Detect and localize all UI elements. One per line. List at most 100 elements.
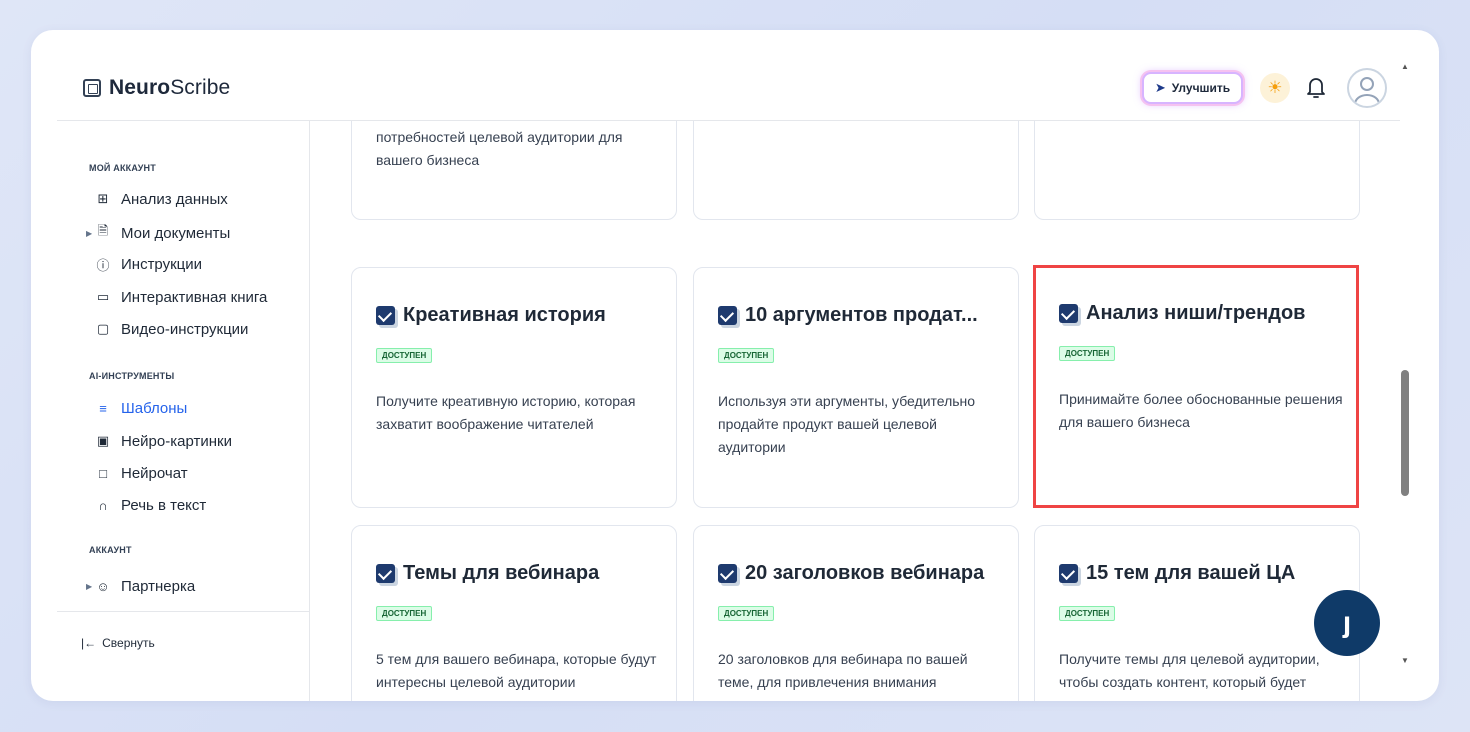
template-card-sales-arguments[interactable]: 10 аргументов продат... ДОСТУПЕН Использ… bbox=[693, 267, 1019, 508]
app-window: NeuroScribe ➤ Улучшить ☀ МОЙ АККАУНТ ⊞ А… bbox=[31, 30, 1439, 701]
caret-right-icon[interactable]: ▶ bbox=[86, 582, 92, 591]
template-card-niche-trends-analysis[interactable]: Анализ ниши/трендов ДОСТУПЕН Принимайте … bbox=[1033, 265, 1359, 508]
caret-right-icon[interactable]: ▶ bbox=[86, 229, 92, 238]
status-badge: ДОСТУПЕН bbox=[1059, 606, 1116, 621]
status-badge: ДОСТУПЕН bbox=[1059, 346, 1116, 361]
sidebar-item-templates[interactable]: ≡ Шаблоны bbox=[95, 397, 187, 419]
card-title-row: Темы для вебинара bbox=[376, 562, 599, 585]
sidebar-item-label: Партнерка bbox=[121, 577, 196, 595]
image-icon: ▣ bbox=[96, 433, 110, 448]
sidebar-footer: |← Свернуть bbox=[57, 611, 310, 701]
avatar[interactable] bbox=[1347, 68, 1387, 108]
upgrade-label: Улучшить bbox=[1171, 81, 1231, 95]
template-card-creative-story[interactable]: Креативная история ДОСТУПЕН Получите кре… bbox=[351, 267, 677, 508]
sun-icon: ☀ bbox=[1267, 78, 1283, 97]
sidebar-item-label: Нейро-картинки bbox=[121, 432, 232, 450]
avatar-head bbox=[1360, 77, 1374, 91]
grid-icon: ⊞ bbox=[97, 191, 109, 206]
status-badge: ДОСТУПЕН bbox=[376, 606, 433, 621]
template-card-webinar-topics[interactable]: Темы для вебинара ДОСТУПЕН 5 тем для ваш… bbox=[351, 525, 677, 701]
sidebar-item-partner[interactable]: ▶ ☺ Партнерка bbox=[86, 575, 196, 597]
card-title-row: 15 тем для вашей ЦА bbox=[1059, 562, 1295, 585]
scroll-up-arrow[interactable]: ▲ bbox=[1401, 62, 1409, 71]
collapse-arrow-icon: |← bbox=[81, 636, 97, 650]
section-label-ai-tools: AI-ИНСТРУМЕНТЫ bbox=[89, 371, 175, 381]
card-title: 15 тем для вашей ЦА bbox=[1086, 562, 1296, 584]
card-title: Темы для вебинара bbox=[403, 562, 600, 584]
template-card[interactable] bbox=[693, 121, 1019, 220]
users-icon: ☺ bbox=[96, 578, 110, 594]
bell-icon[interactable] bbox=[1306, 75, 1326, 101]
sidebar-item-data-analysis[interactable]: ⊞ Анализ данных bbox=[95, 188, 228, 210]
card-title: 20 заголовков вебинара bbox=[745, 562, 985, 584]
checkbox-icon bbox=[376, 564, 395, 583]
template-card[interactable] bbox=[1034, 121, 1360, 220]
card-title-row: Креативная история bbox=[376, 304, 606, 327]
card-title-row: 10 аргументов продат... bbox=[718, 304, 978, 327]
top-header: NeuroScribe ➤ Улучшить ☀ bbox=[57, 30, 1400, 121]
support-chat-button[interactable]: ȷ bbox=[1314, 590, 1380, 656]
scrollbar-thumb[interactable] bbox=[1401, 370, 1409, 496]
templates-grid: потребностей целевой аудитории для вашег… bbox=[311, 121, 1400, 701]
card-description: Получите темы для целевой аудитории, что… bbox=[1059, 651, 1320, 701]
document-icon: 🗎 bbox=[97, 223, 109, 238]
sidebar-item-label: Шаблоны bbox=[121, 399, 188, 417]
avatar-body bbox=[1354, 94, 1380, 106]
card-description: Принимайте более обоснованные решения дл… bbox=[1059, 391, 1343, 430]
sidebar-item-video-instructions[interactable]: ▢ Видео-инструкции bbox=[95, 318, 249, 340]
section-label-account: АККАУНТ bbox=[89, 545, 132, 555]
sidebar-item-interactive-book[interactable]: ▭ Интерактивная книга bbox=[95, 286, 268, 308]
card-description: 5 тем для вашего вебинара, которые будут… bbox=[376, 651, 657, 690]
rocket-icon: ➤ bbox=[1154, 80, 1166, 95]
card-title-row: 20 заголовков вебинара bbox=[718, 562, 984, 585]
sidebar-item-label: Речь в текст bbox=[121, 496, 207, 514]
status-badge: ДОСТУПЕН bbox=[718, 348, 775, 363]
theme-toggle-button[interactable]: ☀ bbox=[1260, 73, 1290, 103]
logo[interactable]: NeuroScribe bbox=[83, 76, 230, 100]
template-card-webinar-headlines[interactable]: 20 заголовков вебинара ДОСТУПЕН 20 загол… bbox=[693, 525, 1019, 701]
logo-icon bbox=[83, 79, 101, 97]
upgrade-button[interactable]: ➤ Улучшить bbox=[1142, 72, 1243, 104]
checkbox-icon bbox=[718, 564, 737, 583]
chat-icon: □ bbox=[99, 465, 107, 481]
sidebar-item-neurochat[interactable]: □ Нейрочат bbox=[95, 462, 188, 484]
sidebar-item-label: Нейрочат bbox=[121, 464, 188, 482]
sidebar-item-label: Видео-инструкции bbox=[121, 320, 249, 338]
card-description: Получите креативную историю, которая зах… bbox=[376, 393, 636, 432]
collapse-label: Свернуть bbox=[102, 636, 155, 650]
checkbox-icon bbox=[376, 306, 395, 325]
section-label-my-account: МОЙ АККАУНТ bbox=[89, 163, 156, 173]
collapse-button[interactable]: |← Свернуть bbox=[81, 636, 155, 650]
card-title-row: Анализ ниши/трендов bbox=[1059, 302, 1305, 325]
layers-icon: ≡ bbox=[99, 400, 107, 416]
card-description: 20 заголовков для вебинара по вашей теме… bbox=[718, 651, 968, 701]
status-badge: ДОСТУПЕН bbox=[376, 348, 433, 363]
logo-text: NeuroScribe bbox=[109, 76, 231, 99]
sidebar-item-label: Мои документы bbox=[121, 224, 231, 242]
card-title: Анализ ниши/трендов bbox=[1086, 302, 1306, 324]
sidebar-item-my-documents[interactable]: ▶ 🗎 Мои документы bbox=[86, 222, 231, 244]
card-description: Используя эти аргументы, убедительно про… bbox=[718, 393, 976, 455]
sidebar-item-label: Интерактивная книга bbox=[121, 288, 268, 306]
template-card[interactable]: потребностей целевой аудитории для вашег… bbox=[351, 121, 677, 220]
card-description: потребностей целевой аудитории для вашег… bbox=[376, 129, 623, 168]
checkbox-icon bbox=[718, 306, 737, 325]
scroll-down-arrow[interactable]: ▼ bbox=[1401, 656, 1409, 665]
sidebar-item-neuro-images[interactable]: ▣ Нейро-картинки bbox=[95, 430, 232, 452]
headphones-icon: ∩ bbox=[98, 497, 108, 513]
chat-logo-icon: ȷ bbox=[1342, 606, 1352, 639]
sidebar-item-label: Инструкции bbox=[121, 255, 203, 273]
help-icon: ⓘ bbox=[96, 257, 110, 273]
checkbox-icon bbox=[1059, 564, 1078, 583]
card-title: 10 аргументов продат... bbox=[745, 304, 978, 326]
checkbox-icon bbox=[1059, 304, 1078, 323]
card-title: Креативная история bbox=[403, 304, 606, 326]
sidebar-item-speech-to-text[interactable]: ∩ Речь в текст bbox=[95, 494, 206, 516]
video-icon: ▢ bbox=[96, 321, 110, 336]
status-badge: ДОСТУПЕН bbox=[718, 606, 775, 621]
template-card-audience-topics[interactable]: 15 тем для вашей ЦА ДОСТУПЕН Получите те… bbox=[1034, 525, 1360, 701]
sidebar: МОЙ АККАУНТ ⊞ Анализ данных ▶ 🗎 Мои доку… bbox=[57, 121, 310, 701]
book-icon: ▭ bbox=[96, 289, 110, 304]
sidebar-item-instructions[interactable]: ⓘ Инструкции bbox=[95, 253, 202, 275]
sidebar-item-label: Анализ данных bbox=[121, 190, 228, 208]
